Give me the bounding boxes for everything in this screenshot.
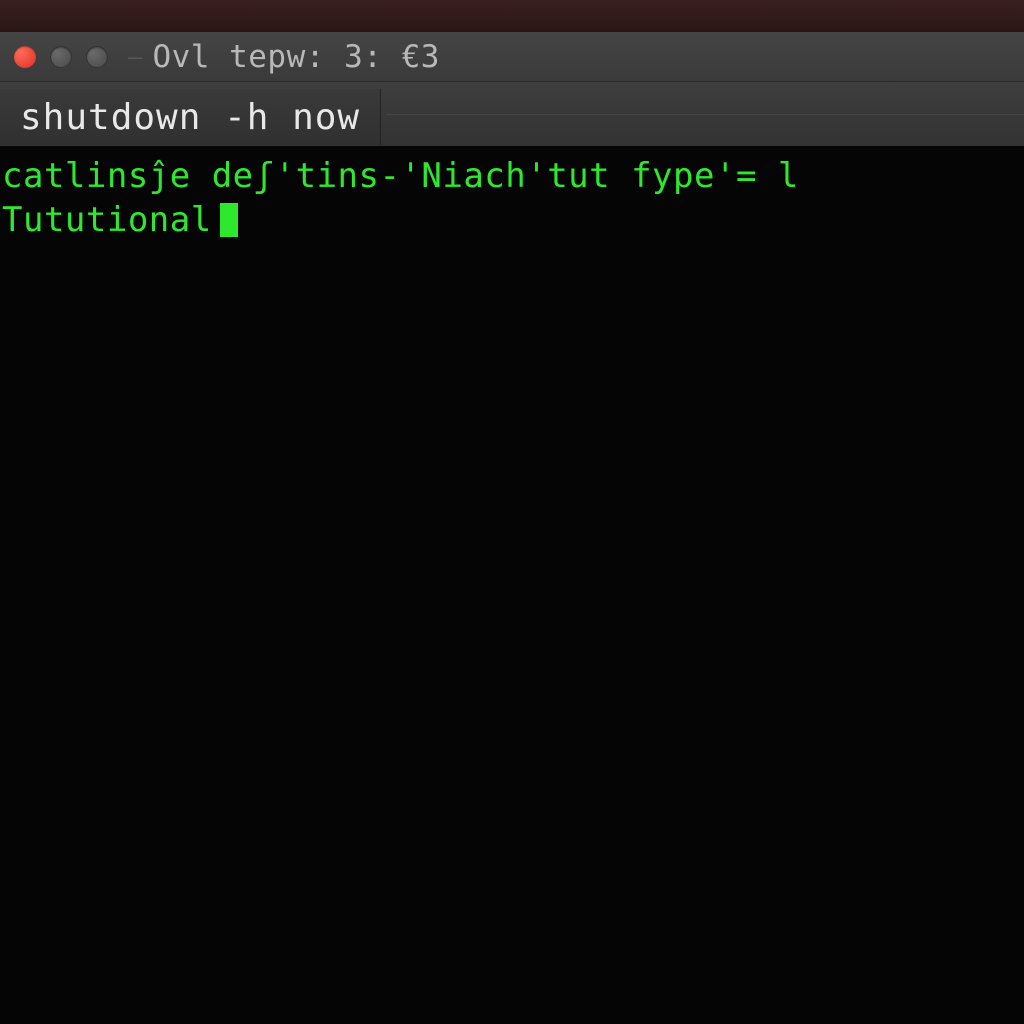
terminal-window: – Ovl tepw: 3: €3 shutdown -h now catlin… <box>0 32 1024 1024</box>
cursor-block <box>220 203 238 237</box>
tab-bar: shutdown -h now <box>0 82 1024 146</box>
traffic-lights <box>14 46 108 68</box>
terminal-output-line-1: catlinsĵe deʃ'tins-'Niach'tut fype'= l <box>2 154 1022 198</box>
window-titlebar[interactable]: – Ovl tepw: 3: €3 <box>0 32 1024 82</box>
minimize-button[interactable] <box>50 46 72 68</box>
terminal-output-line-2: Tututional <box>2 198 1022 242</box>
terminal-viewport[interactable]: catlinsĵe deʃ'tins-'Niach'tut fype'= l T… <box>0 146 1024 1024</box>
terminal-prompt-text: Tututional <box>2 198 212 242</box>
tab-new-area[interactable] <box>385 114 1024 115</box>
tab-active[interactable]: shutdown -h now <box>0 89 381 145</box>
title-separator: – <box>128 43 142 71</box>
window-title: Ovl tepw: 3: €3 <box>152 39 439 75</box>
desktop-background <box>0 0 1024 32</box>
close-button[interactable] <box>14 46 36 68</box>
maximize-button[interactable] <box>86 46 108 68</box>
tab-label: shutdown -h now <box>20 97 360 138</box>
